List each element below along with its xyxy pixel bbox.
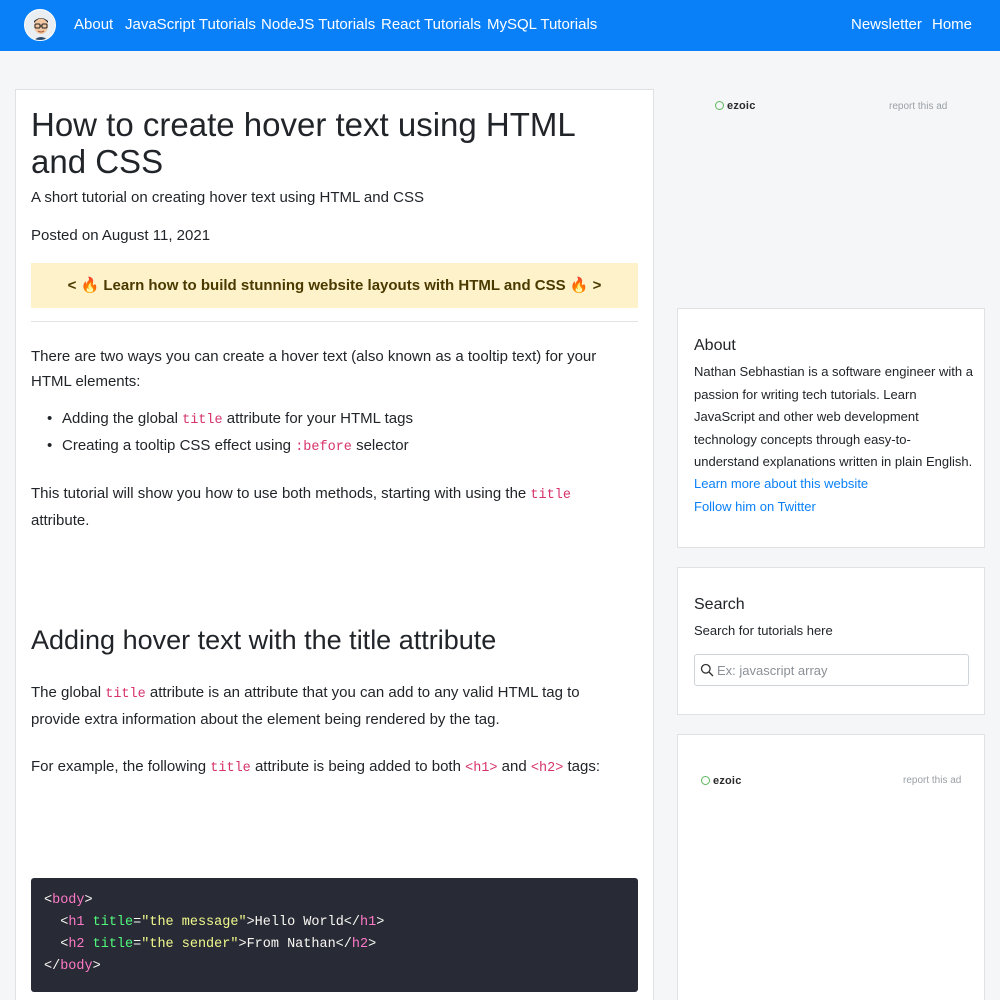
para-text: and: [497, 758, 531, 775]
code-punct: <: [44, 915, 69, 930]
title-attr-paragraph: The global title attribute is an attribu…: [31, 680, 631, 732]
para-text: This tutorial will show you how to use b…: [31, 485, 531, 502]
report-ad-link[interactable]: report this ad: [889, 101, 947, 112]
about-card: About Nathan Sebhastian is a software en…: [677, 308, 985, 548]
inline-code: <h1>: [465, 761, 498, 776]
code-punct: >: [376, 915, 385, 930]
page-title: How to create hover text using HTML and …: [31, 106, 575, 180]
ezoic-logo-text: ezoic: [727, 100, 756, 112]
top-navbar: About JavaScript Tutorials NodeJS Tutori…: [0, 0, 1000, 51]
avatar[interactable]: [24, 9, 56, 41]
code-punct: <: [44, 893, 53, 908]
code-punct: >: [92, 959, 101, 974]
code-text: >Hello World</: [246, 915, 360, 930]
about-text: Nathan Sebhastian is a software engineer…: [694, 364, 973, 469]
search-icon: [700, 663, 714, 677]
bullet-text: Creating a tooltip CSS effect using: [62, 437, 296, 454]
code-punct: >: [368, 937, 377, 952]
code-tag: body: [60, 959, 93, 974]
article-card: How to create hover text using HTML and …: [15, 89, 654, 1000]
search-box: [694, 654, 969, 686]
inline-code: title: [182, 413, 223, 428]
bullet-text: Adding the global: [62, 410, 183, 427]
search-description: Search for tutorials here: [694, 623, 833, 638]
nav-home-link[interactable]: Home: [932, 16, 972, 33]
ezoic-dot-icon: [701, 776, 710, 785]
code-tag: h2: [68, 937, 85, 952]
bullet-text: selector: [351, 437, 409, 454]
code-attr: title: [92, 915, 134, 930]
nav-newsletter-link[interactable]: Newsletter: [851, 16, 922, 33]
learn-more-link[interactable]: Learn more about this website: [694, 476, 868, 491]
intro-paragraph: There are two ways you can create a hove…: [31, 348, 597, 390]
ezoic-logo-text: ezoic: [713, 775, 742, 787]
code-tag: h2: [351, 937, 369, 952]
promo-banner-link[interactable]: < 🔥 Learn how to build stunning website …: [31, 263, 638, 308]
code-punct: <: [44, 937, 69, 952]
divider: [31, 321, 638, 322]
inline-code: :before: [295, 440, 352, 455]
about-title: About: [694, 337, 736, 354]
method-paragraph: This tutorial will show you how to use b…: [31, 481, 631, 533]
para-text: attribute is being added to both: [250, 758, 466, 775]
report-ad-link[interactable]: report this ad: [903, 775, 961, 786]
nav-about-link[interactable]: About: [74, 16, 113, 33]
posted-date: Posted on August 11, 2021: [31, 227, 211, 244]
code-string: "the message": [141, 915, 247, 930]
nav-mysql-tutorials-link[interactable]: MySQL Tutorials: [487, 16, 597, 33]
search-title: Search: [694, 596, 745, 613]
para-text: For example, the following: [31, 758, 211, 775]
nav-javascript-tutorials-link[interactable]: JavaScript Tutorials: [125, 16, 256, 33]
code-tag: body: [52, 893, 85, 908]
inline-code: title: [530, 488, 571, 503]
ezoic-dot-icon: [715, 101, 724, 110]
list-item: Creating a tooltip CSS effect using :bef…: [47, 433, 632, 460]
search-input[interactable]: [717, 655, 962, 685]
article-subtitle: A short tutorial on creating hover text …: [31, 189, 424, 206]
code-punct: >: [84, 893, 93, 908]
inline-code: <h2>: [530, 761, 564, 776]
nav-nodejs-tutorials-link[interactable]: NodeJS Tutorials: [261, 16, 375, 33]
bullet-text: attribute for your HTML tags: [222, 410, 413, 427]
code-tag: h1: [360, 915, 377, 930]
code-text: >From Nathan</: [238, 937, 352, 952]
nav-react-tutorials-link[interactable]: React Tutorials: [381, 16, 481, 33]
inline-code: title: [105, 687, 146, 702]
inline-code: title: [210, 761, 251, 776]
section-heading: Adding hover text with the title attribu…: [31, 625, 497, 655]
follow-twitter-link[interactable]: Follow him on Twitter: [694, 499, 816, 514]
ezoic-logo: ezoic: [701, 775, 742, 787]
code-block[interactable]: <body> <h1 title="the message">Hello Wor…: [31, 878, 638, 992]
ad-slot-sidebar: ezoic report this ad: [677, 734, 985, 1000]
para-text: attribute.: [31, 512, 90, 529]
code-tag: h1: [68, 915, 85, 930]
list-item: Adding the global title attribute for yo…: [47, 406, 632, 433]
code-attr: title: [92, 937, 134, 952]
avatar-face-icon: [25, 10, 55, 40]
ezoic-logo: ezoic: [715, 100, 756, 112]
code-punct: </: [44, 959, 61, 974]
example-paragraph: For example, the following title attribu…: [31, 754, 631, 781]
code-string: "the sender": [141, 937, 239, 952]
para-text: tags:: [563, 758, 600, 775]
bullet-list: Adding the global title attribute for yo…: [47, 406, 632, 460]
para-text: The global: [31, 684, 106, 701]
search-card: Search Search for tutorials here: [677, 567, 985, 715]
